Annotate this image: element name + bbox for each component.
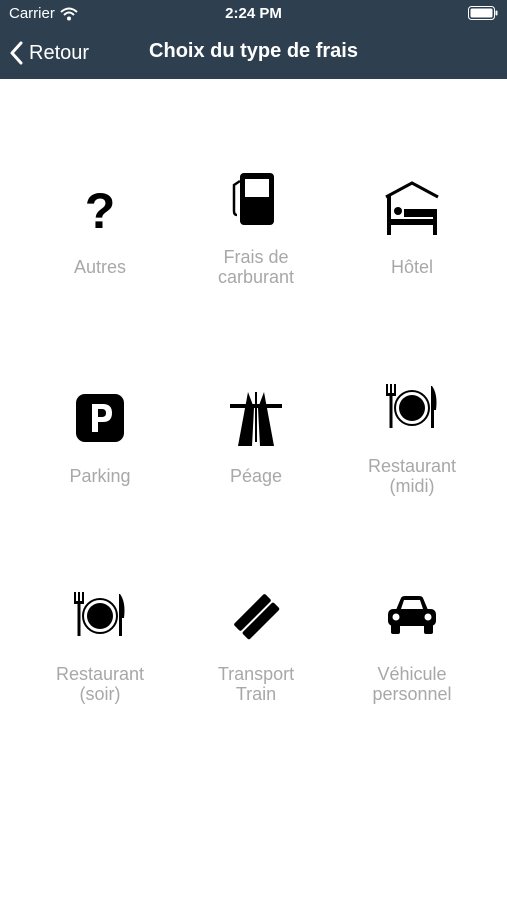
navigation-bar: Retour Choix du type de frais bbox=[0, 28, 507, 79]
expense-type-label: Péage bbox=[229, 466, 283, 486]
status-bar: Carrier 2:24 PM bbox=[0, 0, 507, 28]
highway-toll-icon bbox=[226, 388, 286, 448]
status-time: 2:24 PM bbox=[225, 5, 282, 22]
question-mark-icon: ? bbox=[70, 179, 130, 239]
expense-type-label: Transport Train bbox=[217, 664, 295, 704]
expense-type-label: Restaurant (midi) bbox=[367, 456, 457, 496]
plate-cutlery-icon bbox=[382, 378, 442, 438]
expense-type-frais-de-carburant[interactable]: Frais de carburant bbox=[178, 109, 334, 309]
expense-type-label: Hôtel bbox=[390, 257, 434, 277]
expense-type-hotel[interactable]: Hôtel bbox=[334, 119, 490, 319]
expense-type-autres[interactable]: ? Autres bbox=[22, 119, 178, 319]
expense-type-grid: ? Autres Frais de carburant Hôtel Parkin… bbox=[0, 79, 507, 900]
expense-type-restaurant-soir[interactable]: Restaurant (soir) bbox=[22, 526, 178, 726]
expense-type-label: Véhicule personnel bbox=[372, 664, 452, 704]
fuel-pump-icon bbox=[226, 169, 286, 229]
page-title: Choix du type de frais bbox=[149, 40, 358, 62]
expense-type-label: Autres bbox=[73, 257, 127, 277]
expense-type-vehicule-personnel[interactable]: Véhicule personnel bbox=[334, 526, 490, 726]
car-icon bbox=[382, 586, 442, 646]
plate-cutlery-icon bbox=[70, 586, 130, 646]
hotel-bed-icon bbox=[382, 179, 442, 239]
svg-text:?: ? bbox=[85, 184, 116, 234]
expense-type-parking[interactable]: Parking bbox=[22, 328, 178, 528]
train-ticket-icon bbox=[226, 586, 286, 646]
expense-type-peage[interactable]: Péage bbox=[178, 328, 334, 528]
top-bar: Carrier 2:24 PM Retour Choix du type de … bbox=[0, 0, 507, 79]
expense-type-transport-train[interactable]: Transport Train bbox=[178, 526, 334, 726]
parking-icon bbox=[70, 388, 130, 448]
expense-type-label: Parking bbox=[69, 466, 131, 486]
battery-icon bbox=[468, 6, 498, 20]
expense-type-label: Restaurant (soir) bbox=[55, 664, 145, 704]
expense-type-label: Frais de carburant bbox=[217, 247, 295, 287]
expense-type-restaurant-midi[interactable]: Restaurant (midi) bbox=[334, 318, 490, 518]
